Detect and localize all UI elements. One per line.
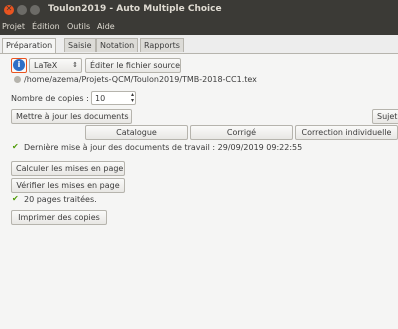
print-copies-label: Imprimer des copies	[18, 213, 100, 222]
catalog-button[interactable]: Catalogue	[85, 125, 188, 140]
catalog-label: Catalogue	[116, 128, 157, 137]
close-window-button[interactable]: ✕	[4, 4, 14, 15]
verify-layout-label: Vérifier les mises en page	[16, 181, 120, 190]
select-arrows-icon: ⇕	[72, 61, 78, 69]
spinner-arrows-icon[interactable]: ▴ ▾	[131, 92, 134, 104]
subject-button[interactable]: Sujet	[372, 109, 398, 124]
source-path: /home/azema/Projets-QCM/Toulon2019/TMB-2…	[24, 75, 257, 84]
corrected-label: Corrigé	[226, 128, 257, 137]
copies-spinner[interactable]: 10 ▴ ▾	[91, 91, 136, 105]
tab-rapports[interactable]: Rapports	[140, 38, 184, 52]
tab-notation[interactable]: Notation	[96, 38, 139, 52]
compute-layout-label: Calculer les mises en page	[16, 164, 124, 173]
menu-projet[interactable]: Projet	[2, 22, 25, 31]
copies-label: Nombre de copies :	[11, 94, 89, 103]
file-icon	[14, 76, 21, 83]
documents-check-icon: ✔	[12, 142, 19, 151]
menu-outils[interactable]: Outils	[67, 22, 90, 31]
source-format-select[interactable]: LaTeX ⇕	[29, 58, 82, 73]
menu-aide[interactable]: Aide	[97, 22, 115, 31]
info-icon: i	[13, 59, 25, 71]
update-documents-button[interactable]: Mettre à jour les documents	[11, 109, 132, 124]
tab-preparation[interactable]: Préparation	[2, 38, 57, 53]
compute-layout-button[interactable]: Calculer les mises en page	[11, 161, 125, 176]
source-format-value: LaTeX	[34, 61, 58, 70]
tab-bar: Préparation Saisie Notation Rapports	[0, 38, 398, 53]
corrected-button[interactable]: Corrigé	[190, 125, 293, 140]
window-title: Toulon2019 - Auto Multiple Choice	[48, 4, 222, 14]
edit-source-label: Éditer le fichier source	[90, 61, 180, 70]
title-bar: ✕ Toulon2019 - Auto Multiple Choice	[0, 0, 398, 20]
info-button[interactable]: i	[11, 58, 27, 73]
documents-status: Dernière mise à jour des documents de tr…	[24, 143, 303, 152]
layout-status: 20 pages traitées.	[24, 195, 97, 204]
maximize-window-button[interactable]	[30, 5, 40, 15]
individual-correction-button[interactable]: Correction individuelle	[295, 125, 398, 140]
edit-source-button[interactable]: Éditer le fichier source	[85, 58, 181, 73]
subject-label: Sujet	[377, 112, 398, 121]
print-copies-button[interactable]: Imprimer des copies	[11, 210, 107, 225]
minimize-window-button[interactable]	[17, 5, 27, 15]
menu-edition[interactable]: Édition	[32, 22, 60, 31]
tab-saisie[interactable]: Saisie	[64, 38, 96, 52]
menu-bar: Projet Édition Outils Aide	[0, 20, 398, 35]
copies-value: 10	[95, 94, 106, 103]
layout-check-icon: ✔	[12, 194, 19, 203]
individual-correction-label: Correction individuelle	[301, 128, 392, 137]
verify-layout-button[interactable]: Vérifier les mises en page	[11, 178, 125, 193]
update-documents-label: Mettre à jour les documents	[16, 112, 129, 121]
close-icon: ✕	[5, 4, 13, 13]
